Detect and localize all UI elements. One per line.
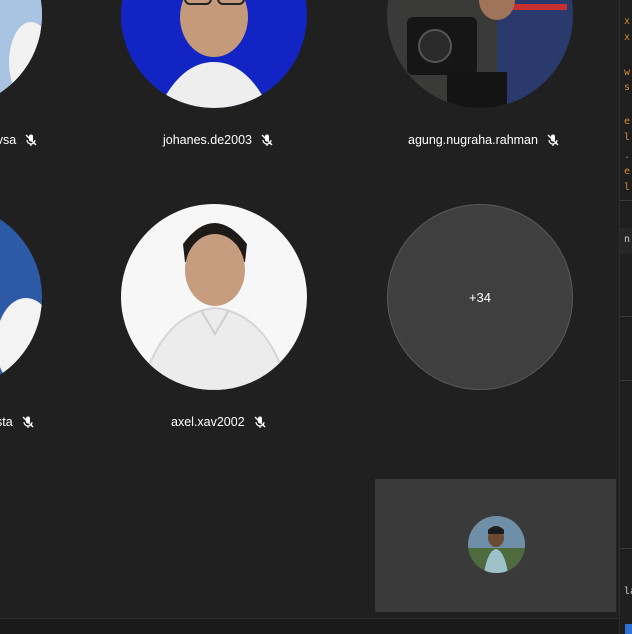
mic-muted-icon	[254, 416, 266, 428]
participant-label-axel: axel.xav2002	[171, 415, 267, 429]
code-snippet: x	[624, 16, 631, 27]
more-participants-button[interactable]: +34	[387, 204, 573, 390]
divider	[620, 380, 632, 381]
avatar-photo	[387, 0, 573, 108]
participant-grid: ivsa johanes.de2003	[0, 0, 619, 634]
avatar-photo	[121, 204, 307, 390]
code-snippet: e	[624, 116, 631, 127]
code-snippet: la	[624, 586, 632, 597]
more-participants-count: +34	[468, 289, 492, 305]
status-accent	[625, 624, 632, 634]
avatar-photo	[468, 516, 525, 573]
avatar-photo	[0, 204, 42, 390]
code-snippet: e	[624, 166, 631, 177]
participant-label-ivsa: ivsa	[0, 133, 38, 147]
mic-muted-icon	[547, 134, 559, 146]
code-snippet: w	[624, 67, 631, 78]
mic-muted-icon	[22, 416, 34, 428]
participant-name: agung.nugraha.rahman	[408, 133, 538, 147]
participant-avatar-johanes[interactable]	[121, 0, 307, 108]
code-snippet: l	[624, 182, 631, 193]
divider	[620, 316, 632, 317]
bottom-toolbar	[0, 618, 632, 634]
participant-label-agung: agung.nugraha.rahman	[408, 133, 560, 147]
participant-name: axel.xav2002	[171, 415, 245, 429]
code-snippet: x	[624, 32, 631, 43]
participant-label-johanes: johanes.de2003	[163, 133, 274, 147]
participant-name: ivsa	[0, 133, 17, 147]
side-panel: x x w s e l . e l n la	[619, 0, 632, 634]
participant-name: sta	[0, 415, 13, 429]
participant-label-sta: sta	[0, 415, 35, 429]
code-snippet: n	[624, 234, 631, 245]
mic-muted-icon	[261, 134, 273, 146]
divider	[620, 548, 632, 549]
participant-avatar-axel[interactable]	[121, 204, 307, 390]
participant-avatar-ivsa[interactable]	[0, 0, 42, 108]
divider	[620, 200, 632, 201]
code-snippet: l	[624, 132, 631, 143]
avatar-photo	[121, 0, 307, 108]
self-avatar	[468, 516, 525, 573]
code-snippet: .	[624, 150, 631, 161]
participant-avatar-agung[interactable]	[387, 0, 573, 108]
avatar-photo	[0, 0, 42, 108]
self-view-tile[interactable]	[375, 479, 616, 612]
mic-muted-icon	[25, 134, 37, 146]
code-snippet: s	[624, 82, 631, 93]
participant-avatar-sta[interactable]	[0, 204, 42, 390]
participant-name: johanes.de2003	[163, 133, 252, 147]
